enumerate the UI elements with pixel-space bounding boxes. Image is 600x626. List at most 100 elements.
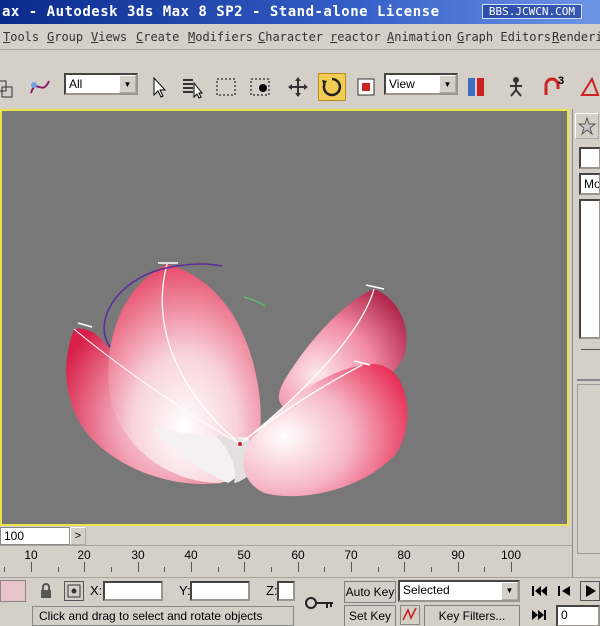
snap-label: 3 [558,75,564,87]
previous-frame-icon[interactable] [556,582,574,600]
menu-modifiers[interactable]: Modifiers [188,30,253,44]
lock-icon[interactable] [38,582,54,600]
menu-group[interactable]: Group [47,30,83,44]
tick-label: 80 [397,548,411,562]
tick-mark [324,567,326,572]
menu-character[interactable]: Character [258,30,323,44]
tick-label: 50 [237,548,251,562]
tick-label: 40 [184,548,198,562]
selection-filter-value: All [69,77,83,91]
tick-mark [377,567,379,572]
tick-mark [431,567,432,572]
stack-controls[interactable] [581,349,600,355]
key-mode-toggle-icon[interactable] [530,606,548,624]
menu-animation[interactable]: Animation [387,30,452,44]
tick-mark [191,562,192,572]
tick-mark [4,567,6,572]
x-coordinate-field[interactable] [103,581,163,601]
select-object-icon[interactable] [144,73,172,101]
z-coordinate-field[interactable] [277,581,295,601]
auto-key-button[interactable]: Auto Key [344,581,396,603]
tick-mark [217,567,219,572]
tick-mark [511,562,512,572]
go-to-start-icon[interactable] [530,582,548,600]
tick-mark [111,567,112,572]
chevron-down-icon: ▼ [501,582,518,600]
watermark-badge: BBS.JCWCN.COM [481,4,582,19]
move-icon[interactable] [284,73,312,101]
play-icon[interactable] [580,581,600,601]
tick-mark [31,562,32,572]
tick-label: 100 [500,548,522,562]
tick-label: 20 [77,548,91,562]
perspective-viewport[interactable] [0,109,569,526]
tick-mark [457,562,459,572]
3ds-max-window: ax - Autodesk 3ds Max 8 SP2 - Stand-alon… [0,0,600,626]
object-name-field[interactable] [579,147,600,169]
current-frame-field[interactable]: 0 [556,605,600,626]
modifier-stack[interactable] [579,199,600,339]
pivot-center-icon[interactable] [462,73,490,101]
max-script-listener[interactable] [0,580,26,602]
angle-snap-icon[interactable] [576,73,600,101]
track-bar[interactable]: 10 20 30 40 50 60 70 80 90 100 [0,545,572,577]
chevron-down-icon: ▼ [439,75,456,93]
rotate-icon[interactable] [318,73,346,101]
key-mode-dropdown[interactable]: Selected ▼ [398,580,520,602]
menu-views[interactable]: Views [91,30,127,44]
reference-coordinate-dropdown[interactable]: View ▼ [384,73,458,95]
key-filters-button[interactable]: Key Filters... [424,605,520,626]
tick-mark [57,567,59,572]
tick-mark [404,562,406,572]
status-bar: X: Y: Z: Click and drag to select and ro… [0,577,600,626]
unlink-icon[interactable] [0,73,20,101]
tick-label: 70 [344,548,358,562]
time-slider-next-arrow[interactable]: > [70,527,86,545]
main-toolbar: All ▼ View ▼ 3 [0,51,600,109]
curve-editor-icon[interactable] [400,605,420,625]
tick-label: 30 [131,548,145,562]
key-mode-value: Selected [403,583,450,597]
reference-coordinate-value: View [389,77,415,91]
select-and-manipulate-icon[interactable] [502,73,530,101]
tick-label: 90 [451,548,465,562]
window-crossing-icon[interactable] [246,73,274,101]
time-slider[interactable]: 100 > [0,527,572,545]
menu-tools[interactable]: Tools [3,30,39,44]
rollout-area [577,384,600,554]
flower-model-icon [66,262,408,497]
menu-create[interactable]: Create [136,30,179,44]
select-by-name-icon[interactable] [178,73,206,101]
menu-rendering[interactable]: Renderi [552,30,600,44]
menu-reactor[interactable]: reactor [330,30,381,44]
tick-label: 10 [24,548,38,562]
menu-graph-editors[interactable]: Graph Editors [457,30,551,44]
title-bar: ax - Autodesk 3ds Max 8 SP2 - Stand-alon… [0,0,600,24]
window-title: ax - Autodesk 3ds Max 8 SP2 - Stand-alon… [2,4,440,20]
selection-filter-dropdown[interactable]: All ▼ [64,73,138,95]
x-coordinate-label: X: [90,583,103,598]
prompt-line: Click and drag to select and rotate obje… [32,606,294,626]
tick-mark [351,562,352,572]
tick-mark [244,562,246,572]
time-slider-field[interactable]: 100 [0,527,70,545]
z-coordinate-label: Z: [266,583,278,598]
set-key-button[interactable]: Set Key [344,605,396,626]
rect-selection-region-icon[interactable] [212,73,240,101]
command-panel: Mo [572,109,600,626]
snap-toggle-icon[interactable]: 3 [540,73,568,101]
tick-mark [84,562,86,572]
y-coordinate-field[interactable] [190,581,250,601]
absolute-mode-icon[interactable] [64,581,84,601]
modifier-list-dropdown[interactable]: Mo [579,173,600,195]
tick-mark [137,562,139,572]
scale-icon[interactable] [352,73,380,101]
menu-bar: Tools Group Views Create Modifiers Chara… [0,24,600,50]
create-tab-icon[interactable] [575,113,599,139]
y-coordinate-label: Y: [179,583,191,598]
bind-space-warp-icon[interactable] [26,73,54,101]
tick-mark [164,567,166,572]
tick-mark [297,562,299,572]
key-icon[interactable] [300,581,340,625]
panel-divider [577,379,600,381]
